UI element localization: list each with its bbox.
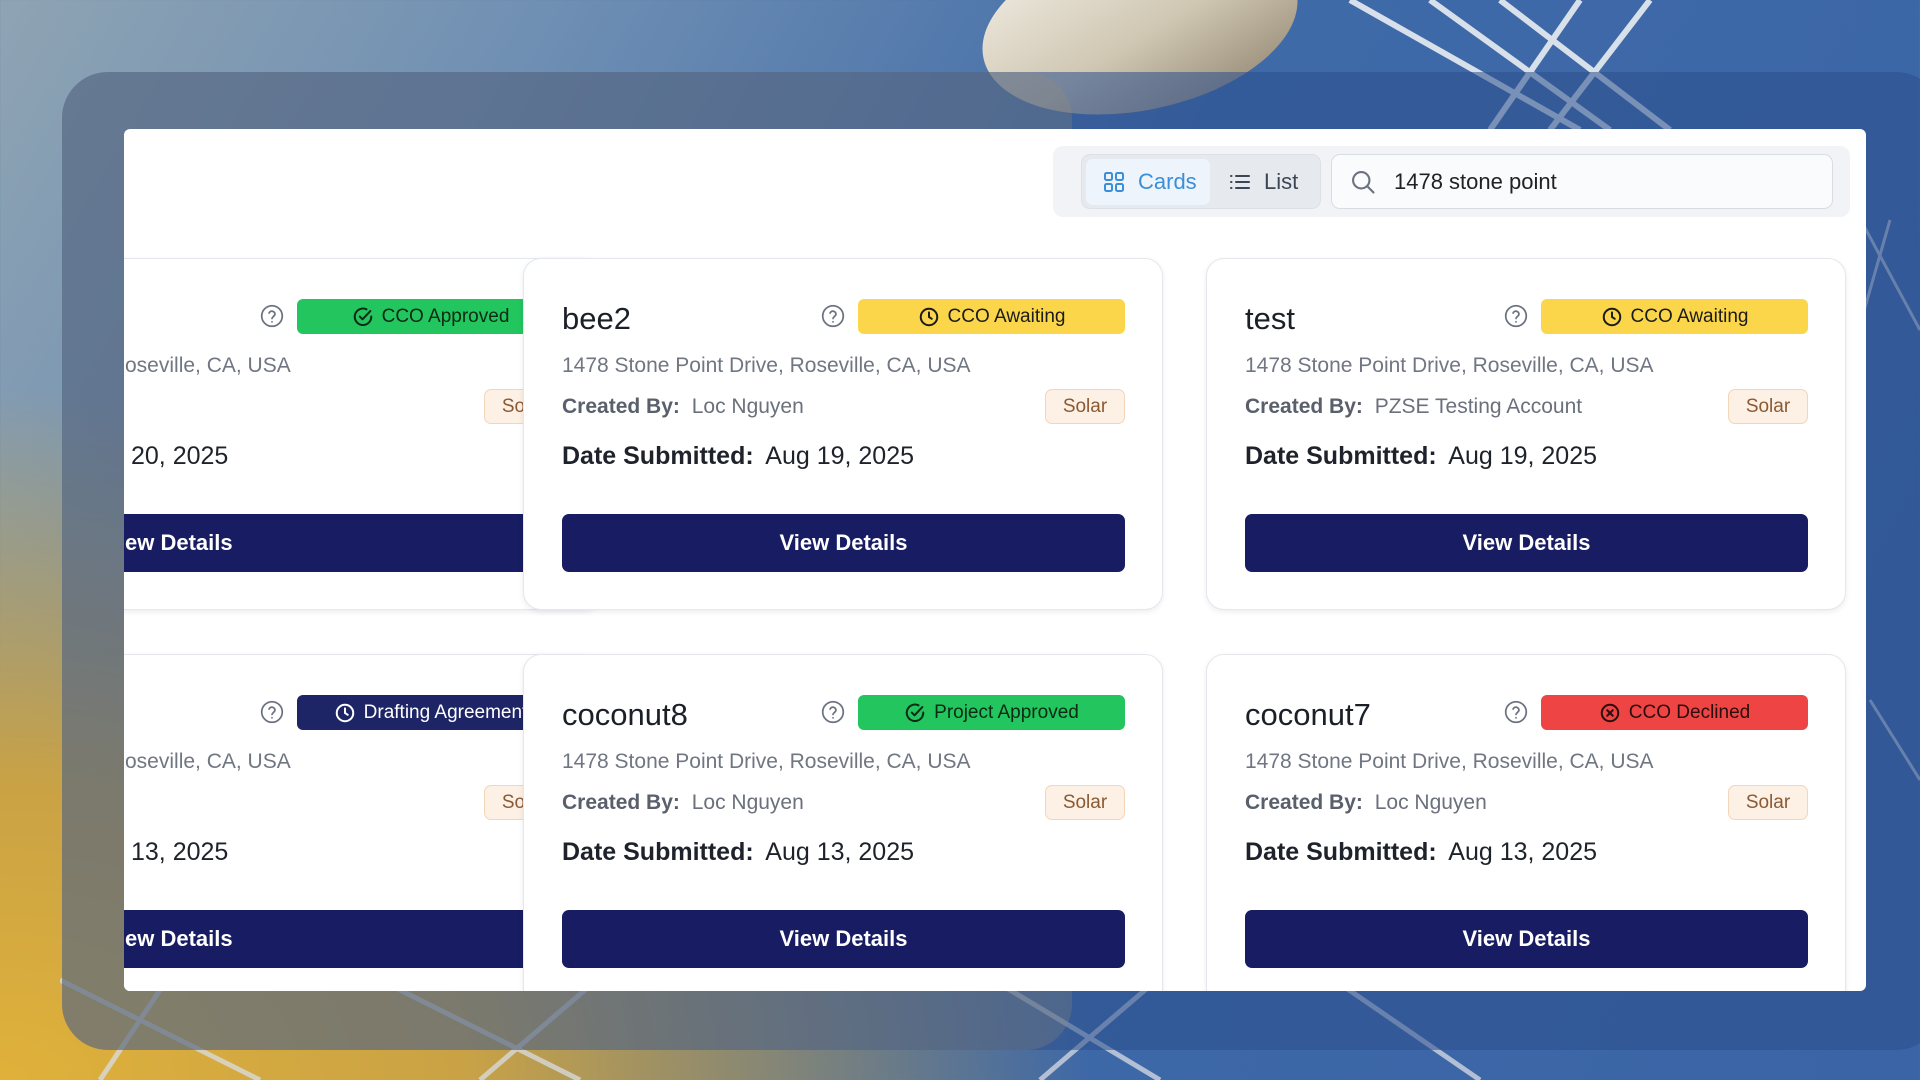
created-by-label: Created By:	[562, 791, 680, 814]
date-submitted-value: Aug 13, 2025	[1448, 838, 1598, 866]
project-name: coconut8	[562, 697, 688, 732]
date-submitted: Date Submitted: Aug 19, 2025	[1245, 442, 1597, 471]
project-address: oseville, CA, USA	[125, 750, 291, 773]
search-icon	[1352, 170, 1375, 194]
date-submitted: 20, 2025	[125, 442, 228, 471]
project-address: 1478 Stone Point Drive, Roseville, CA, U…	[562, 354, 971, 377]
date-submitted-value: Aug 19, 2025	[1448, 442, 1598, 470]
status-badge: CCO Awaiting	[1541, 299, 1808, 334]
help-icon[interactable]	[820, 303, 846, 334]
date-submitted: 13, 2025	[125, 838, 228, 867]
created-by: Created By: Loc Nguyen	[1245, 791, 1487, 815]
status-badge: CCO Declined	[1541, 695, 1808, 730]
date-submitted: Date Submitted: Aug 19, 2025	[562, 442, 914, 471]
help-icon[interactable]	[820, 699, 846, 730]
date-submitted: Date Submitted: Aug 13, 2025	[1245, 838, 1597, 867]
created-by-label: Created By:	[562, 395, 680, 418]
view-details-button[interactable]: ew Details	[124, 910, 564, 968]
created-by: Created By: PZSE Testing Account	[1245, 395, 1582, 419]
status-badge-label: CCO Awaiting	[1630, 305, 1749, 327]
view-details-button[interactable]: View Details	[1245, 910, 1808, 968]
view-details-button[interactable]: View Details	[562, 910, 1125, 968]
project-type-badge: Solar	[1045, 785, 1125, 820]
project-address: 1478 Stone Point Drive, Roseville, CA, U…	[1245, 750, 1654, 773]
question-circle-icon	[1504, 700, 1528, 724]
list-view-button[interactable]: List	[1212, 159, 1317, 205]
check-circle-icon	[353, 307, 372, 326]
project-address: oseville, CA, USA	[125, 354, 291, 377]
clock-icon	[919, 307, 938, 326]
search-box	[1331, 154, 1833, 209]
list-view-label: List	[1264, 169, 1299, 194]
status-badge: CCO Awaiting	[858, 299, 1125, 334]
created-by-label: Created By:	[1245, 791, 1363, 814]
question-circle-icon	[260, 700, 284, 724]
cards-view-button[interactable]: Cards	[1086, 159, 1210, 205]
status-badge-label: CCO Declined	[1628, 701, 1751, 723]
view-details-button[interactable]: View Details	[1245, 514, 1808, 572]
created-by-value: Loc Nguyen	[691, 791, 804, 814]
project-type-badge: Solar	[1045, 389, 1125, 424]
cards-view-label: Cards	[1138, 169, 1197, 194]
help-icon[interactable]	[1503, 699, 1529, 730]
question-circle-icon	[821, 304, 845, 328]
project-address: 1478 Stone Point Drive, Roseville, CA, U…	[562, 750, 971, 773]
date-submitted-label: Date Submitted:	[562, 442, 754, 470]
toolbar: Cards List	[1053, 146, 1850, 217]
question-circle-icon	[1504, 304, 1528, 328]
view-details-button[interactable]: View Details	[562, 514, 1125, 572]
project-name: coconut7	[1245, 697, 1371, 732]
view-details-button[interactable]: ew Details	[124, 514, 564, 572]
created-by: Created By: Loc Nguyen	[562, 395, 804, 419]
status-badge-label: CCO Awaiting	[947, 305, 1066, 327]
project-card: coconut7 CCO Declined 1478 Stone Point D…	[1206, 654, 1846, 991]
project-card: bee2 CCO Awaiting 1478 Stone Point Drive…	[523, 258, 1163, 610]
check-circle-icon	[905, 703, 925, 722]
project-card: test CCO Awaiting 1478 Stone Point Drive…	[1206, 258, 1846, 610]
grid-icon	[1104, 172, 1124, 192]
status-badge-label: Project Approved	[934, 701, 1079, 723]
help-icon[interactable]	[1503, 303, 1529, 334]
search-input[interactable]	[1394, 168, 1814, 195]
project-type-badge: Solar	[1728, 785, 1808, 820]
clock-icon	[1602, 307, 1621, 326]
date-submitted-value: 13, 2025	[131, 838, 229, 866]
projects-container: Cards List 1478 stone point CCO Approved…	[124, 129, 1866, 991]
created-by-value: Loc Nguyen	[691, 395, 804, 418]
created-by: Created By: Loc Nguyen	[562, 791, 804, 815]
project-address: 1478 Stone Point Drive, Roseville, CA, U…	[1245, 354, 1654, 377]
date-submitted-value: Aug 19, 2025	[765, 442, 915, 470]
project-card: coconut8 Project Approved 1478 Stone Poi…	[523, 654, 1163, 991]
date-submitted-value: 20, 2025	[131, 442, 229, 470]
clock-icon	[335, 703, 354, 722]
date-submitted-label: Date Submitted:	[1245, 442, 1437, 470]
created-by-label: Created By:	[1245, 395, 1363, 418]
date-submitted-value: Aug 13, 2025	[765, 838, 915, 866]
list-icon	[1230, 175, 1250, 189]
help-icon[interactable]	[259, 699, 285, 730]
x-circle-icon	[1600, 703, 1620, 722]
project-name: test	[1245, 301, 1295, 336]
project-type-badge: Solar	[1728, 389, 1808, 424]
created-by-value: Loc Nguyen	[1374, 791, 1487, 814]
created-by-value: PZSE Testing Account	[1374, 395, 1583, 418]
date-submitted-label: Date Submitted:	[1245, 838, 1437, 866]
date-submitted: Date Submitted: Aug 13, 2025	[562, 838, 914, 867]
view-toggle: Cards List	[1081, 154, 1321, 209]
question-circle-icon	[260, 304, 284, 328]
project-name: bee2	[562, 301, 631, 336]
help-icon[interactable]	[259, 303, 285, 334]
status-badge: Project Approved	[858, 695, 1125, 730]
question-circle-icon	[821, 700, 845, 724]
status-badge-label: Drafting Agreement	[363, 701, 528, 723]
date-submitted-label: Date Submitted:	[562, 838, 754, 866]
status-badge-label: CCO Approved	[381, 305, 510, 327]
